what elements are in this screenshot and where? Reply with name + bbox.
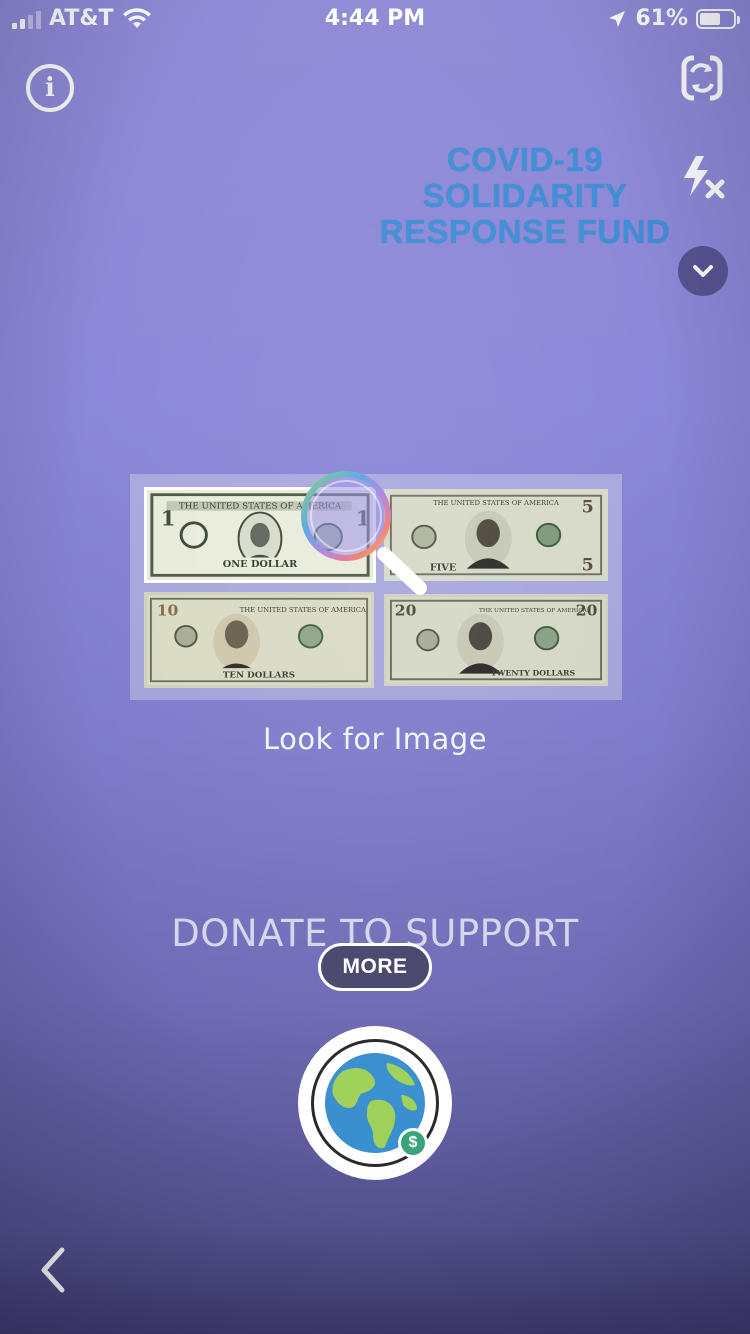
bill-10-denomination: 10 [157, 602, 179, 620]
bill-20-caption: TWENTY DOLLARS [491, 669, 576, 678]
battery-percent: 61% [635, 6, 688, 31]
twenty-dollar-bill: 20 20 THE UNITED STATES OF AMERICA TWENT… [384, 594, 608, 686]
location-arrow-icon [609, 10, 626, 27]
battery-fill [700, 12, 720, 25]
bill-1-denomination-left: 1 [161, 506, 176, 531]
dollar-badge-icon: $ [398, 1128, 428, 1158]
chevron-down-icon [693, 265, 713, 277]
info-icon: i [45, 73, 55, 103]
look-for-image-label: Look for Image [262, 722, 488, 756]
more-button[interactable]: MORE [318, 943, 432, 991]
bill-5-denomination-top: 5 [582, 498, 594, 518]
fund-logo-line-3: RESPONSE FUND [379, 213, 671, 250]
info-button[interactable]: i [26, 64, 74, 112]
dollar-badge-text: $ [401, 1131, 425, 1155]
bill-1-caption: ONE DOLLAR [223, 559, 297, 570]
lens-capture-button[interactable]: $ [298, 1026, 452, 1180]
status-bar: AT&T 4:44 PM 61% [0, 0, 750, 40]
fund-logo-line-2: SOLIDARITY [422, 177, 628, 214]
flip-camera-button[interactable] [678, 52, 726, 104]
bill-10-caption: TEN DOLLARS [223, 671, 295, 681]
bill-5-denomination-bottom: 5 [582, 556, 594, 576]
expand-chevron-button[interactable] [678, 246, 728, 296]
battery-icon [696, 8, 740, 29]
bill-20-denomination-left: 20 [395, 602, 417, 620]
bill-10-header: THE UNITED STATES OF AMERICA [240, 606, 366, 614]
ten-dollar-bill: 10 THE UNITED STATES OF AMERICA TEN DOLL… [144, 592, 374, 688]
status-right: 61% [607, 6, 740, 31]
flash-off-icon [684, 156, 725, 199]
lens-capture-ring: $ [311, 1039, 439, 1167]
fund-logo-line-1: COVID-19 [446, 141, 604, 178]
flash-button[interactable] [678, 152, 726, 200]
camera-flip-icon [681, 54, 723, 102]
back-button[interactable] [34, 1244, 74, 1296]
back-chevron-icon [41, 1247, 65, 1293]
magnifier-icon [301, 471, 427, 595]
covid-fund-logo: COVID-19 SOLIDARITY RESPONSE FUND [370, 142, 680, 250]
bill-5-header: THE UNITED STATES OF AMERICA [433, 499, 559, 507]
bill-20-header: THE UNITED STATES OF AMERICA [479, 608, 588, 614]
snap-lens-screen: AT&T 4:44 PM 61% i COVID-19 SOLIDARITY R… [0, 0, 750, 1334]
